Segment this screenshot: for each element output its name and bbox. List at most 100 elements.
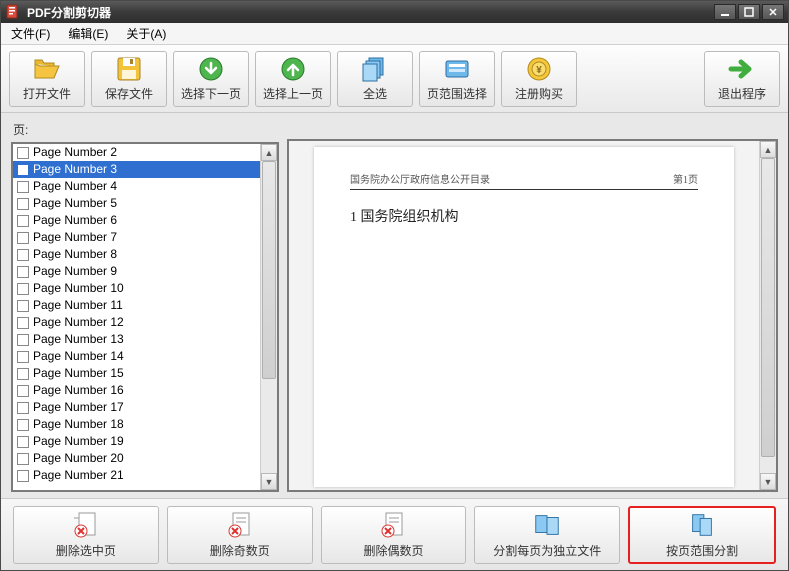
pages-listbox[interactable]: Page Number 2Page Number 3Page Number 4P… bbox=[13, 144, 260, 490]
scroll-track[interactable] bbox=[261, 161, 277, 473]
list-item[interactable]: Page Number 8 bbox=[13, 246, 260, 263]
checkbox[interactable] bbox=[17, 368, 29, 380]
list-item[interactable]: Page Number 5 bbox=[13, 195, 260, 212]
checkbox[interactable] bbox=[17, 402, 29, 414]
checkbox[interactable] bbox=[17, 232, 29, 244]
page-delete-icon bbox=[71, 511, 101, 539]
select-all-button[interactable]: 全选 bbox=[337, 51, 413, 107]
list-item[interactable]: Page Number 14 bbox=[13, 348, 260, 365]
preview-scroll-down-button[interactable]: ▼ bbox=[760, 473, 776, 490]
checkbox[interactable] bbox=[17, 385, 29, 397]
svg-text:¥: ¥ bbox=[536, 65, 542, 76]
scroll-down-button[interactable]: ▼ bbox=[261, 473, 277, 490]
maximize-button[interactable] bbox=[738, 4, 760, 20]
list-item[interactable]: Page Number 12 bbox=[13, 314, 260, 331]
folder-open-icon bbox=[32, 55, 62, 83]
page-odd-icon bbox=[225, 511, 255, 539]
delete-selected-button[interactable]: 删除选中页 bbox=[13, 506, 159, 564]
list-item[interactable]: Page Number 4 bbox=[13, 178, 260, 195]
list-item-label: Page Number 2 bbox=[33, 144, 117, 161]
register-button[interactable]: ¥ 注册购买 bbox=[501, 51, 577, 107]
toolbar-label: 保存文件 bbox=[105, 85, 153, 102]
preview-scroll-track[interactable] bbox=[760, 158, 776, 473]
list-item[interactable]: Page Number 11 bbox=[13, 297, 260, 314]
menu-file[interactable]: 文件(F) bbox=[7, 23, 54, 44]
list-item-label: Page Number 10 bbox=[33, 280, 124, 297]
main-area: 页: Page Number 2Page Number 3Page Number… bbox=[1, 113, 788, 498]
checkbox[interactable] bbox=[17, 334, 29, 346]
split-each-button[interactable]: 分割每页为独立文件 bbox=[474, 506, 620, 564]
scroll-thumb[interactable] bbox=[262, 161, 276, 379]
split-pages-icon bbox=[532, 511, 562, 539]
toolbar-label: 打开文件 bbox=[23, 85, 71, 102]
list-item-label: Page Number 3 bbox=[33, 161, 117, 178]
list-item[interactable]: Page Number 17 bbox=[13, 399, 260, 416]
checkbox[interactable] bbox=[17, 419, 29, 431]
list-item-label: Page Number 5 bbox=[33, 195, 117, 212]
list-item[interactable]: Page Number 21 bbox=[13, 467, 260, 484]
save-file-button[interactable]: 保存文件 bbox=[91, 51, 167, 107]
bottom-label: 分割每页为独立文件 bbox=[493, 542, 601, 559]
titlebar: PDF分割剪切器 bbox=[1, 1, 788, 23]
list-item[interactable]: Page Number 20 bbox=[13, 450, 260, 467]
select-prev-button[interactable]: 选择上一页 bbox=[255, 51, 331, 107]
preview-scroll-up-button[interactable]: ▲ bbox=[760, 141, 776, 158]
list-item-label: Page Number 6 bbox=[33, 212, 117, 229]
bottom-label: 删除偶数页 bbox=[363, 542, 423, 559]
delete-odd-button[interactable]: 删除奇数页 bbox=[167, 506, 313, 564]
list-item[interactable]: Page Number 6 bbox=[13, 212, 260, 229]
preview-scroll-thumb[interactable] bbox=[761, 158, 775, 457]
checkbox[interactable] bbox=[17, 147, 29, 159]
list-item-label: Page Number 16 bbox=[33, 382, 124, 399]
checkbox[interactable] bbox=[17, 266, 29, 278]
page-range-button[interactable]: 页范围选择 bbox=[419, 51, 495, 107]
scroll-up-button[interactable]: ▲ bbox=[261, 144, 277, 161]
preview-scrollbar: ▲ ▼ bbox=[759, 141, 776, 490]
app-window: PDF分割剪切器 文件(F) 编辑(E) 关于(A) 打开文件 bbox=[0, 0, 789, 571]
checkbox[interactable] bbox=[17, 317, 29, 329]
close-button[interactable] bbox=[762, 4, 784, 20]
list-item-label: Page Number 8 bbox=[33, 246, 117, 263]
list-item[interactable]: Page Number 19 bbox=[13, 433, 260, 450]
checkbox[interactable] bbox=[17, 198, 29, 210]
open-file-button[interactable]: 打开文件 bbox=[9, 51, 85, 107]
list-item[interactable]: Page Number 9 bbox=[13, 263, 260, 280]
list-item[interactable]: Page Number 2 bbox=[13, 144, 260, 161]
list-item[interactable]: Page Number 18 bbox=[13, 416, 260, 433]
list-item[interactable]: Page Number 16 bbox=[13, 382, 260, 399]
list-item-label: Page Number 11 bbox=[33, 297, 123, 314]
toolbar-label: 全选 bbox=[363, 85, 387, 102]
checkbox[interactable] bbox=[17, 351, 29, 363]
checkbox[interactable] bbox=[17, 436, 29, 448]
pages-list-container: Page Number 2Page Number 3Page Number 4P… bbox=[11, 142, 279, 492]
list-item[interactable]: Page Number 15 bbox=[13, 365, 260, 382]
menu-edit[interactable]: 编辑(E) bbox=[64, 23, 112, 44]
list-item[interactable]: Page Number 10 bbox=[13, 280, 260, 297]
checkbox[interactable] bbox=[17, 453, 29, 465]
select-next-button[interactable]: 选择下一页 bbox=[173, 51, 249, 107]
preview-panel: 国务院办公厅政府信息公开目录 第1页 1 国务院组织机构 ▲ ▼ bbox=[287, 139, 778, 492]
checkbox[interactable] bbox=[17, 249, 29, 261]
page-even-icon bbox=[378, 511, 408, 539]
list-item[interactable]: Page Number 13 bbox=[13, 331, 260, 348]
list-item-label: Page Number 13 bbox=[33, 331, 124, 348]
exit-button[interactable]: 退出程序 bbox=[704, 51, 780, 107]
split-range-button[interactable]: 按页范围分割 bbox=[628, 506, 776, 564]
checkbox[interactable] bbox=[17, 164, 29, 176]
list-item-label: Page Number 20 bbox=[33, 450, 124, 467]
minimize-button[interactable] bbox=[714, 4, 736, 20]
checkbox[interactable] bbox=[17, 470, 29, 482]
checkbox[interactable] bbox=[17, 215, 29, 227]
toolbar: 打开文件 保存文件 选择下一页 选择上一页 全选 bbox=[1, 45, 788, 113]
checkbox[interactable] bbox=[17, 300, 29, 312]
window-controls bbox=[714, 4, 784, 20]
list-item-label: Page Number 19 bbox=[33, 433, 124, 450]
list-item[interactable]: Page Number 3 bbox=[13, 161, 260, 178]
checkbox[interactable] bbox=[17, 181, 29, 193]
menu-about[interactable]: 关于(A) bbox=[122, 23, 170, 44]
preview-viewport[interactable]: 国务院办公厅政府信息公开目录 第1页 1 国务院组织机构 bbox=[289, 141, 759, 490]
delete-even-button[interactable]: 删除偶数页 bbox=[321, 506, 467, 564]
toolbar-label: 选择上一页 bbox=[263, 85, 323, 102]
checkbox[interactable] bbox=[17, 283, 29, 295]
list-item[interactable]: Page Number 7 bbox=[13, 229, 260, 246]
